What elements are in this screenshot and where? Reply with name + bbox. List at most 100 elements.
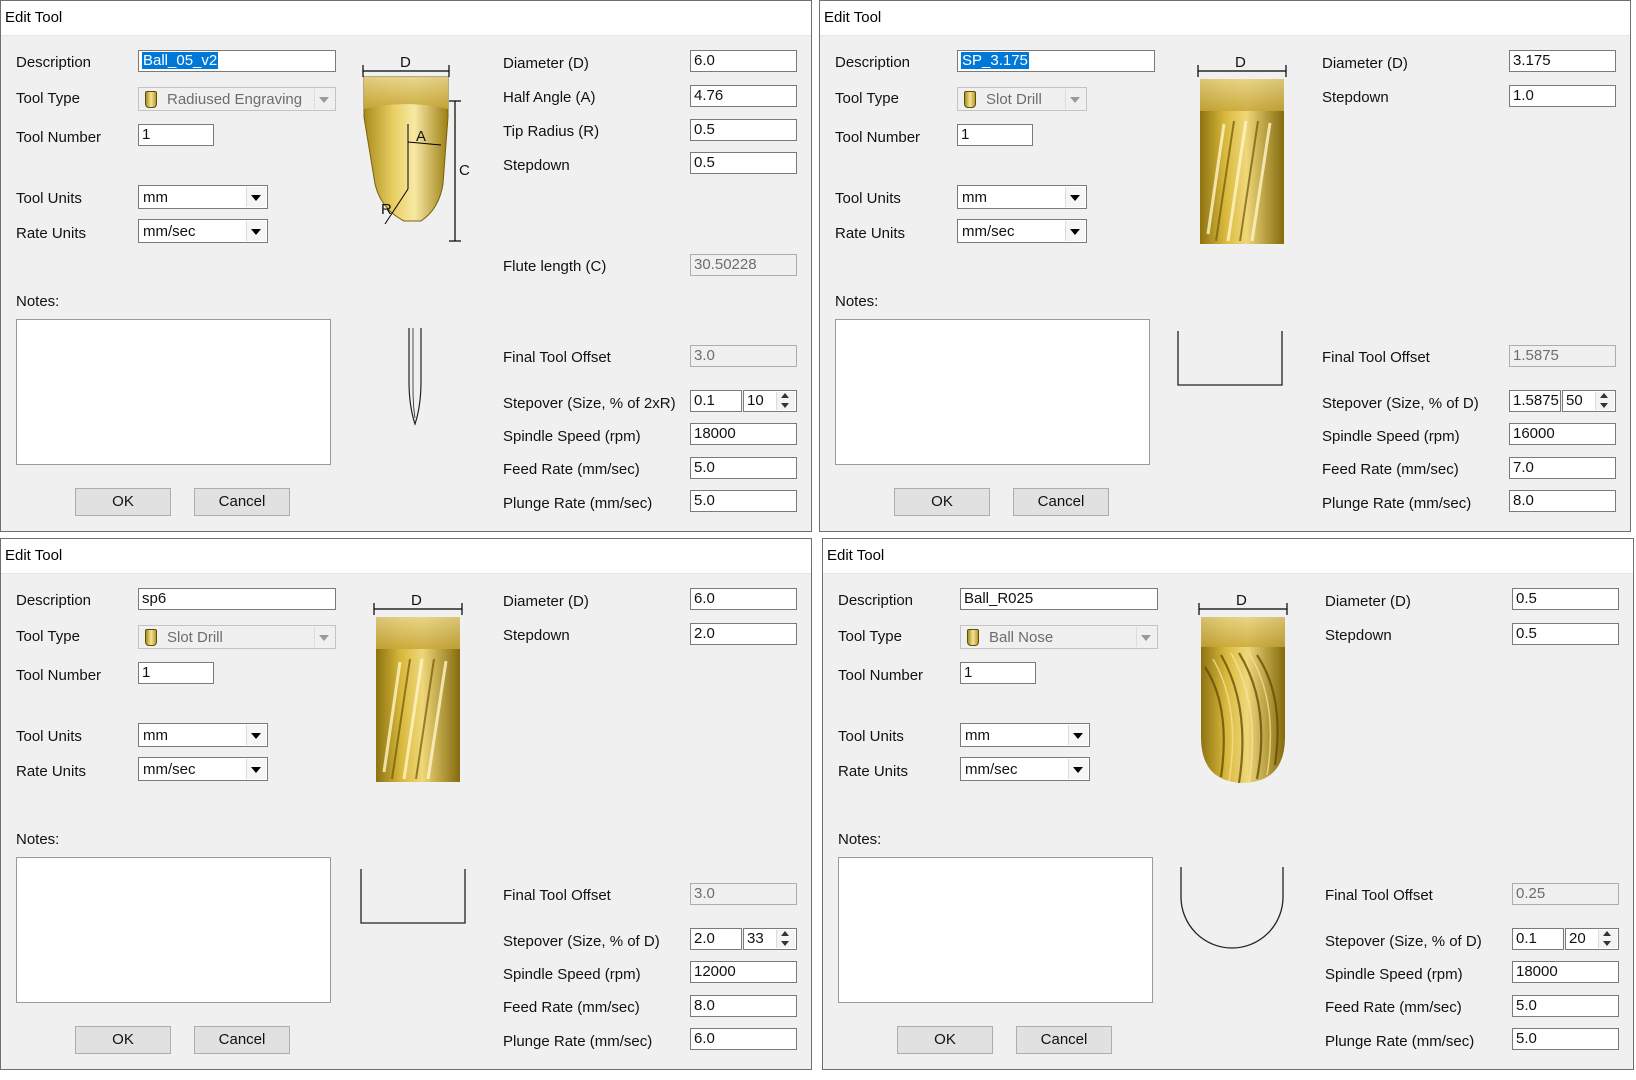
stepdown-input[interactable]: 2.0: [690, 623, 797, 645]
stepover-size-input[interactable]: 2.0: [690, 928, 742, 950]
chevron-down-icon[interactable]: [1065, 221, 1085, 241]
stepover-percent-stepper[interactable]: 20: [1565, 928, 1619, 950]
notes-textarea[interactable]: [16, 857, 331, 1003]
stepover-size-input[interactable]: 1.5875: [1509, 390, 1561, 412]
tip-radius-input[interactable]: 0.5: [690, 119, 797, 141]
tool-number-label: Tool Number: [16, 667, 102, 684]
spindle-speed-input[interactable]: 18000: [690, 423, 797, 445]
stepover-size-input[interactable]: 0.1: [690, 390, 742, 412]
feed-rate-input[interactable]: 5.0: [1512, 995, 1619, 1017]
rate-units-select[interactable]: mm/sec: [957, 219, 1087, 243]
chevron-down-icon[interactable]: [1068, 759, 1088, 779]
description-input[interactable]: SP_3.175: [957, 50, 1155, 72]
chevron-down-icon[interactable]: [314, 627, 334, 647]
edit-tool-dialog-2: Edit Tool Description SP_3.175 Tool Type…: [819, 0, 1631, 532]
ok-button[interactable]: OK: [75, 1026, 171, 1054]
tool-number-label: Tool Number: [838, 667, 924, 684]
notes-textarea[interactable]: [16, 319, 331, 465]
spin-down-icon[interactable]: [1595, 401, 1614, 410]
diameter-input[interactable]: 0.5: [1512, 588, 1619, 610]
ok-button[interactable]: OK: [897, 1026, 993, 1054]
radiused-engraving-icon: [145, 91, 157, 108]
tool-type-value: Ball Nose: [989, 629, 1054, 646]
tool-number-input[interactable]: 1: [138, 662, 214, 684]
description-input[interactable]: Ball_R025: [960, 588, 1158, 610]
cancel-button[interactable]: Cancel: [1013, 488, 1109, 516]
description-input[interactable]: sp6: [138, 588, 336, 610]
tool-type-select[interactable]: Slot Drill: [957, 87, 1087, 111]
stepover-percent-stepper[interactable]: 33: [743, 928, 797, 950]
cancel-button[interactable]: Cancel: [194, 1026, 290, 1054]
spin-down-icon[interactable]: [776, 401, 795, 410]
cancel-button[interactable]: Cancel: [194, 488, 290, 516]
chevron-down-icon[interactable]: [246, 759, 266, 779]
chevron-down-icon[interactable]: [1068, 725, 1088, 745]
final-tool-offset-label: Final Tool Offset: [503, 349, 611, 366]
chevron-down-icon[interactable]: [1136, 627, 1156, 647]
spin-down-icon[interactable]: [1598, 939, 1617, 948]
plunge-rate-input[interactable]: 5.0: [1512, 1028, 1619, 1050]
tool-units-select[interactable]: mm: [138, 723, 268, 747]
tool-number-input[interactable]: 1: [138, 124, 214, 146]
tool-type-select[interactable]: Radiused Engraving: [138, 87, 336, 111]
stepover-percent-stepper[interactable]: 10: [743, 390, 797, 412]
chevron-down-icon[interactable]: [1065, 187, 1085, 207]
tool-type-select[interactable]: Ball Nose: [960, 625, 1158, 649]
rate-units-select[interactable]: mm/sec: [138, 757, 268, 781]
tool-number-input[interactable]: 1: [960, 662, 1036, 684]
tool-units-select[interactable]: mm: [960, 723, 1090, 747]
ok-button[interactable]: OK: [75, 488, 171, 516]
chevron-down-icon[interactable]: [246, 725, 266, 745]
rate-units-select[interactable]: mm/sec: [960, 757, 1090, 781]
description-label: Description: [835, 54, 911, 71]
plunge-rate-input[interactable]: 5.0: [690, 490, 797, 512]
tool-number-input[interactable]: 1: [957, 124, 1033, 146]
chevron-down-icon[interactable]: [314, 89, 334, 109]
feed-rate-input[interactable]: 5.0: [690, 457, 797, 479]
stepdown-input[interactable]: 0.5: [1512, 623, 1619, 645]
plunge-rate-input[interactable]: 6.0: [690, 1028, 797, 1050]
chevron-down-icon[interactable]: [1065, 89, 1085, 109]
feed-rate-label: Feed Rate (mm/sec): [1322, 461, 1459, 478]
plunge-rate-input[interactable]: 8.0: [1509, 490, 1616, 512]
feed-rate-input[interactable]: 7.0: [1509, 457, 1616, 479]
notes-textarea[interactable]: [835, 319, 1150, 465]
slot-drill-icon: [964, 91, 976, 108]
diameter-input[interactable]: 6.0: [690, 50, 797, 72]
diameter-label: Diameter (D): [503, 55, 589, 72]
description-input[interactable]: Ball_05_v2: [138, 50, 336, 72]
stepover-percent-stepper[interactable]: 50: [1562, 390, 1616, 412]
spin-down-icon[interactable]: [776, 939, 795, 948]
tip-radius-label: Tip Radius (R): [503, 123, 600, 140]
stepover-label: Stepover (Size, % of D): [1322, 395, 1479, 412]
stepdown-input[interactable]: 0.5: [690, 152, 797, 174]
slot-drill-profile-icon: [360, 869, 466, 924]
tool-type-select[interactable]: Slot Drill: [138, 625, 336, 649]
notes-label: Notes:: [838, 831, 882, 848]
feed-rate-label: Feed Rate (mm/sec): [1325, 999, 1462, 1016]
stepdown-label: Stepdown: [503, 157, 570, 174]
feed-rate-input[interactable]: 8.0: [690, 995, 797, 1017]
dialog-title-bar: Edit Tool: [823, 539, 1633, 574]
chevron-down-icon[interactable]: [246, 221, 266, 241]
edit-tool-dialog-4: Edit Tool Description Ball_R025 Tool Typ…: [822, 538, 1634, 1070]
stepdown-input[interactable]: 1.0: [1509, 85, 1616, 107]
tool-units-select[interactable]: mm: [957, 185, 1087, 209]
tool-units-select[interactable]: mm: [138, 185, 268, 209]
spindle-speed-input[interactable]: 12000: [690, 961, 797, 983]
diameter-input[interactable]: 6.0: [690, 588, 797, 610]
rate-units-select[interactable]: mm/sec: [138, 219, 268, 243]
final-tool-offset-input: 3.0: [690, 345, 797, 367]
diagram-label-d: D: [411, 592, 422, 609]
half-angle-input[interactable]: 4.76: [690, 85, 797, 107]
tool-units-label: Tool Units: [16, 190, 82, 207]
spindle-speed-input[interactable]: 16000: [1509, 423, 1616, 445]
cancel-button[interactable]: Cancel: [1016, 1026, 1112, 1054]
spindle-speed-input[interactable]: 18000: [1512, 961, 1619, 983]
ok-button[interactable]: OK: [894, 488, 990, 516]
stepover-size-input[interactable]: 0.1: [1512, 928, 1564, 950]
diameter-input[interactable]: 3.175: [1509, 50, 1616, 72]
tool-type-value: Radiused Engraving: [167, 91, 303, 108]
notes-textarea[interactable]: [838, 857, 1153, 1003]
chevron-down-icon[interactable]: [246, 187, 266, 207]
